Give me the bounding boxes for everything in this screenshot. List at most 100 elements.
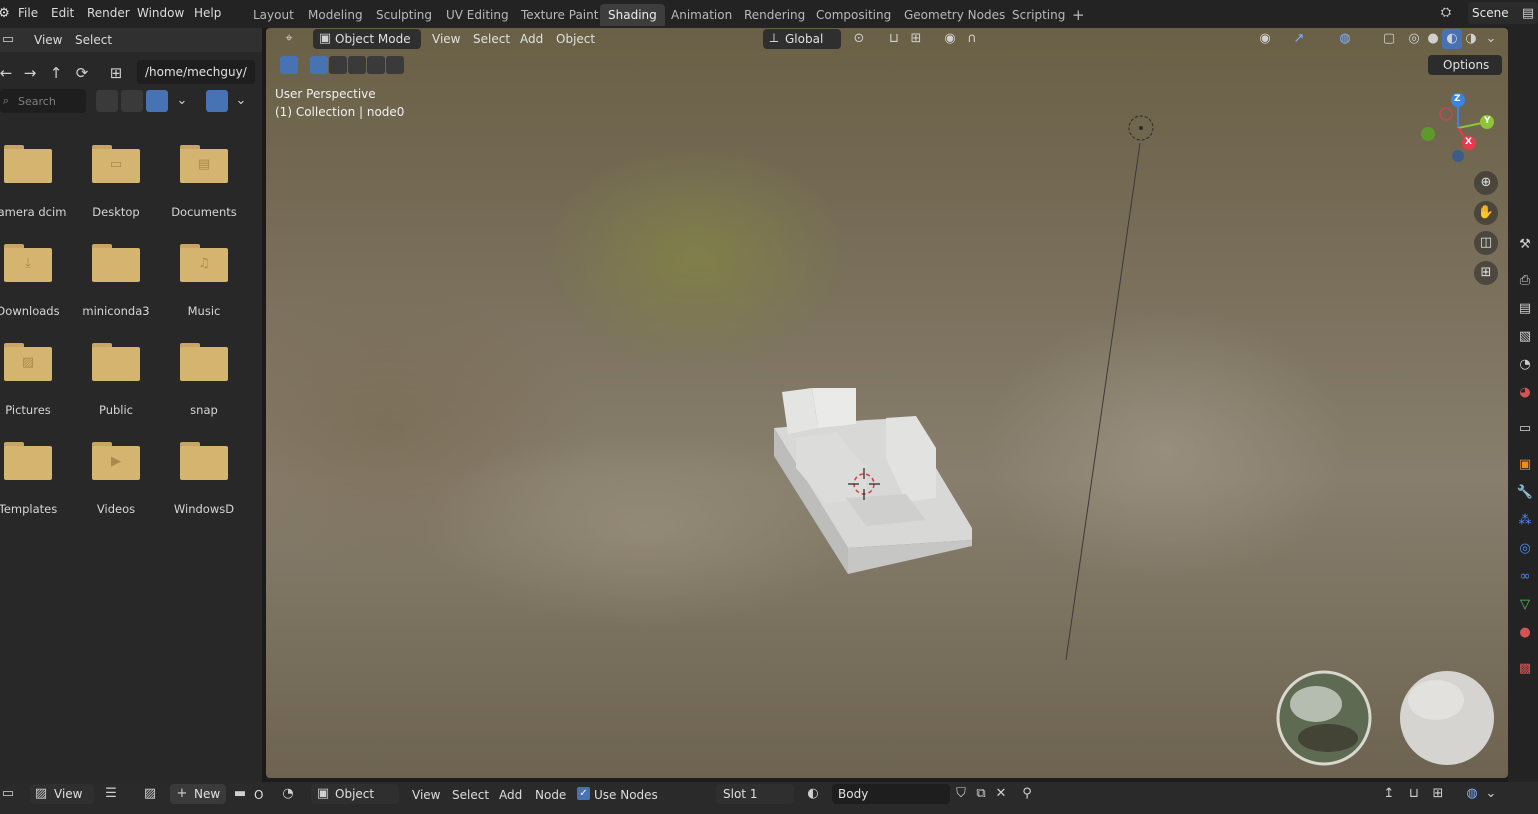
fb-menu-select[interactable]: Select: [75, 33, 112, 47]
menu-file[interactable]: File: [18, 6, 38, 20]
folder-label[interactable]: Desktop: [72, 205, 160, 219]
folder-label[interactable]: Videos: [72, 502, 160, 516]
new-folder-icon[interactable]: ⊞: [105, 62, 127, 84]
add-workspace-button[interactable]: +: [1064, 4, 1093, 26]
node-snap-target-icon[interactable]: ⊞: [1428, 784, 1448, 804]
rendered-shading-icon[interactable]: ◑: [1461, 29, 1481, 49]
collection-properties-icon[interactable]: ▭: [1516, 420, 1534, 438]
tab-rendering[interactable]: Rendering: [736, 4, 813, 26]
node-overlay-chevron-icon[interactable]: ⌄: [1481, 784, 1501, 804]
select-mode-difference[interactable]: [367, 56, 385, 74]
solid-shading-icon[interactable]: ●: [1423, 29, 1443, 49]
modifier-properties-icon[interactable]: 🔧: [1516, 484, 1534, 502]
back-arrow-icon[interactable]: ←: [0, 62, 17, 84]
folder-icon[interactable]: [180, 343, 228, 381]
folder-icon[interactable]: [92, 343, 140, 381]
truncated-open-label[interactable]: O: [254, 788, 263, 802]
pictures-folder-icon[interactable]: ▨: [4, 343, 52, 381]
zoom-icon[interactable]: ⊕: [1474, 171, 1498, 195]
thumbnail-view-button[interactable]: [146, 90, 168, 112]
folder-label[interactable]: Music: [160, 304, 248, 318]
snap-target-icon[interactable]: ⊞: [906, 29, 926, 49]
folder-label[interactable]: Downloads: [0, 304, 72, 318]
output-properties-icon[interactable]: ▤: [1516, 300, 1534, 318]
pan-hand-icon[interactable]: ✋: [1474, 201, 1498, 225]
view-layer-properties-icon[interactable]: ▧: [1516, 328, 1534, 346]
options-dropdown[interactable]: Options: [1428, 55, 1502, 75]
gizmo-z-label[interactable]: Z: [1454, 94, 1461, 104]
vp-menu-object[interactable]: Object: [556, 32, 595, 46]
particle-properties-icon[interactable]: ⁂: [1516, 512, 1534, 530]
tab-geometry-nodes[interactable]: Geometry Nodes: [896, 4, 1013, 26]
snap-icon[interactable]: ⊔: [884, 29, 904, 49]
ortho-grid-icon[interactable]: ⊞: [1474, 261, 1498, 285]
constraint-properties-icon[interactable]: ∞: [1516, 568, 1534, 586]
data-properties-icon[interactable]: ▽: [1516, 596, 1534, 614]
menu-window[interactable]: Window: [137, 6, 184, 20]
vertical-list-view-button[interactable]: [96, 90, 118, 112]
xray-toggle-icon[interactable]: ▢: [1379, 29, 1399, 49]
fake-user-shield-icon[interactable]: ⛉: [951, 784, 971, 804]
path-input[interactable]: /home/mechguy/: [137, 60, 255, 84]
gizmo-x-label[interactable]: X: [1465, 137, 1472, 147]
physics-properties-icon[interactable]: ◎: [1516, 540, 1534, 558]
tab-sculpting[interactable]: Sculpting: [368, 4, 440, 26]
falloff-icon[interactable]: ∩: [962, 29, 982, 49]
music-folder-icon[interactable]: ♫: [180, 244, 228, 282]
tab-shading[interactable]: Shading: [600, 4, 665, 26]
select-mode-subtract[interactable]: [348, 56, 366, 74]
viewport-editor-type-icon[interactable]: ⌖: [279, 29, 299, 49]
menu-render[interactable]: Render: [87, 6, 130, 20]
scene-properties-icon[interactable]: ◔: [1516, 356, 1534, 374]
material-browse-icon[interactable]: ◐: [803, 784, 823, 804]
visibility-eye-icon[interactable]: ◉: [1255, 29, 1275, 49]
select-mode-extend[interactable]: [329, 56, 347, 74]
vp-menu-add[interactable]: Add: [520, 32, 543, 46]
open-folder-icon[interactable]: ▬: [230, 784, 250, 804]
refresh-icon[interactable]: ⟳: [71, 62, 93, 84]
tab-texture-paint[interactable]: Texture Paint: [513, 4, 606, 26]
scene-selector-icon[interactable]: ⛭: [1436, 3, 1456, 23]
editor-type-icon[interactable]: ▭: [0, 30, 18, 50]
folder-icon[interactable]: [4, 145, 52, 183]
gizmo-y-label[interactable]: Y: [1484, 116, 1491, 126]
shading-chevron-down-icon[interactable]: ⌄: [1481, 29, 1501, 49]
texture-properties-icon[interactable]: ▩: [1516, 660, 1534, 678]
folder-label[interactable]: Pictures: [0, 403, 72, 417]
folder-label[interactable]: Documents: [160, 205, 248, 219]
folder-label[interactable]: Templates: [0, 502, 72, 516]
unlink-material-icon[interactable]: ✕: [991, 784, 1011, 804]
folder-icon[interactable]: [92, 244, 140, 282]
material-properties-icon[interactable]: ●: [1516, 624, 1534, 642]
horizontal-list-view-button[interactable]: [121, 90, 143, 112]
parent-node-tree-icon[interactable]: ↥: [1379, 784, 1399, 804]
tab-animation[interactable]: Animation: [663, 4, 740, 26]
folder-icon[interactable]: [180, 442, 228, 480]
tab-modeling[interactable]: Modeling: [300, 4, 371, 26]
camera-view-icon[interactable]: ◫: [1474, 231, 1498, 255]
tool-properties-icon[interactable]: ⚒: [1516, 236, 1534, 254]
node-menu-view[interactable]: View: [412, 788, 440, 802]
proportional-editing-icon[interactable]: ◉: [940, 29, 960, 49]
folder-icon[interactable]: [4, 442, 52, 480]
vp-menu-view[interactable]: View: [432, 32, 460, 46]
tab-uv-editing[interactable]: UV Editing: [438, 4, 517, 26]
chevron-down-icon[interactable]: ⌄: [172, 91, 192, 111]
documents-folder-icon[interactable]: ▤: [180, 145, 228, 183]
node-menu-node[interactable]: Node: [535, 788, 566, 802]
filter-chevron-down-icon[interactable]: ⌄: [231, 91, 251, 111]
select-mode-intersect[interactable]: [386, 56, 404, 74]
image-editor-icon[interactable]: ▨: [140, 784, 160, 804]
folder-label[interactable]: Public: [72, 403, 160, 417]
use-nodes-checkbox[interactable]: ✓: [577, 787, 590, 800]
tab-scripting[interactable]: Scripting: [1004, 4, 1073, 26]
material-preview-shading-icon[interactable]: ◐: [1442, 29, 1462, 49]
select-tool-button[interactable]: [280, 56, 298, 74]
scene-name[interactable]: Scene: [1472, 6, 1509, 20]
gizmo-toggle-icon[interactable]: ↗: [1289, 29, 1309, 49]
folder-label[interactable]: miniconda3: [72, 304, 160, 318]
pivot-point-icon[interactable]: ⊙: [849, 29, 869, 49]
menu-help[interactable]: Help: [194, 6, 221, 20]
videos-folder-icon[interactable]: ▶: [92, 442, 140, 480]
duplicate-material-icon[interactable]: ⧉: [971, 784, 991, 804]
